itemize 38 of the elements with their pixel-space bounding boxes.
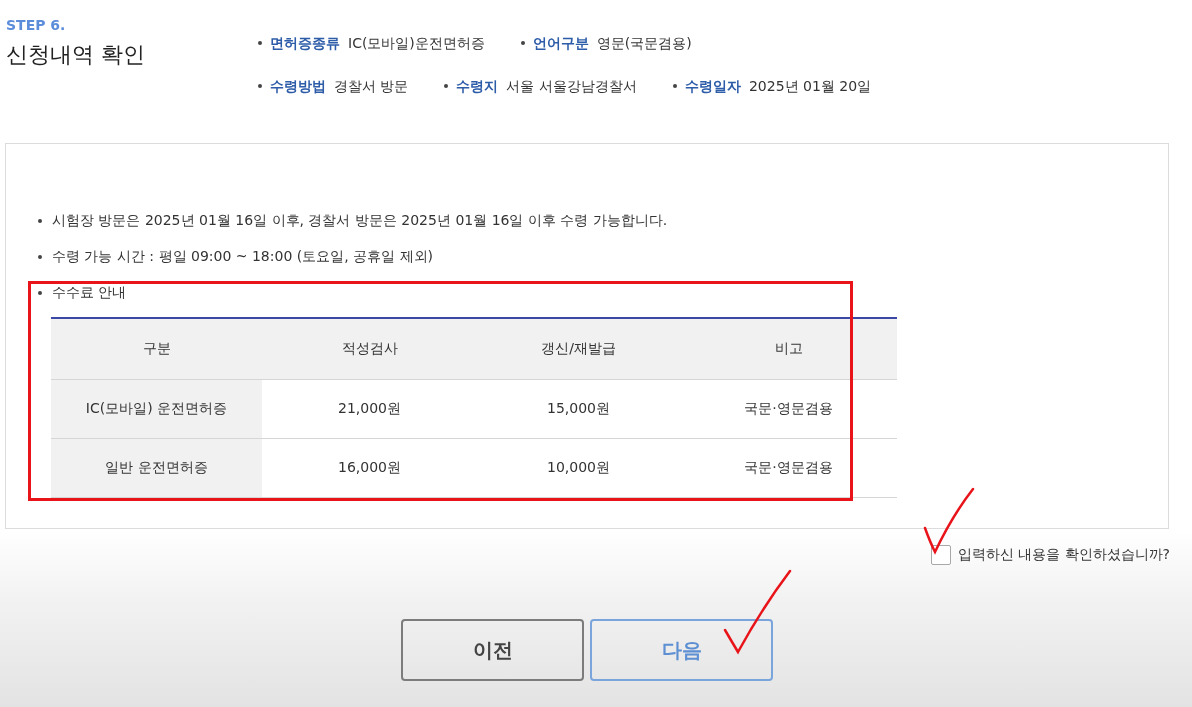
summary-label: 수령지 [456, 77, 499, 96]
summary-label: 언어구분 [532, 34, 589, 53]
bullet-icon [520, 41, 525, 45]
bullet-icon [258, 84, 262, 88]
column-header: 비고 [680, 318, 897, 380]
summary-value: 영문(국문겸용) [596, 34, 692, 53]
table-cell: 10,000원 [477, 438, 680, 498]
bullet-icon [672, 84, 677, 88]
summary-value: 서울 서울강남경찰서 [506, 77, 637, 96]
table-cell: 16,000원 [262, 438, 477, 498]
column-header: 구분 [51, 318, 262, 380]
note-text: 시험장 방문은 2025년 01월 16일 이후, 경찰서 방문은 2025년 01월 16일 이후 수령 가능합니다. [52, 212, 668, 230]
column-header: 갱신/재발급 [477, 318, 680, 380]
hand-drawn-tick-icon [722, 568, 792, 656]
bullet-icon [38, 219, 42, 223]
page-title: 신청내역 확인 [6, 41, 145, 69]
table-cell: 국문·영문겸용 [680, 438, 897, 498]
confirm-label: 입력하신 내용을 확인하셨습니까? [957, 546, 1170, 564]
note-text: 수수료 안내 [52, 284, 127, 302]
bullet-icon [444, 84, 449, 88]
bullet-icon [258, 41, 262, 45]
summary-label: 수령일자 [684, 77, 741, 96]
summary-label: 수령방법 [270, 77, 326, 96]
column-header: 적성검사 [262, 318, 477, 380]
table-cell: 15,000원 [477, 379, 680, 439]
summary-value: IC(모바일)운전면허증 [348, 34, 485, 53]
bullet-icon [38, 255, 42, 259]
step-label: STEP 6. [6, 16, 66, 34]
summary-value: 2025년 01월 20일 [748, 77, 872, 96]
row-header: 일반 운전면허증 [51, 438, 262, 498]
summary-label: 면허증종류 [270, 34, 340, 53]
table-cell: 국문·영문겸용 [680, 379, 897, 439]
row-header: IC(모바일) 운전면허증 [51, 379, 262, 439]
previous-button[interactable]: 이전 [401, 619, 584, 681]
note-text: 수령 가능 시간 : 평일 09:00 ~ 18:00 (토요일, 공휴일 제외) [52, 248, 433, 266]
table-cell: 21,000원 [262, 379, 477, 439]
summary-value: 경찰서 방문 [334, 77, 409, 96]
bullet-icon [38, 291, 42, 295]
